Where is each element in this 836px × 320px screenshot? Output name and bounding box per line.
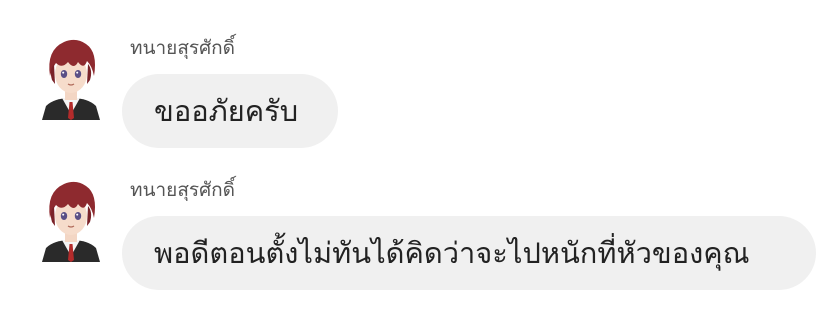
message-bubble[interactable]: ขออภัยครับ — [122, 74, 338, 148]
message-bubble[interactable]: พอดีตอนตั้งไม่ทันได้คิดว่าจะไปหนักที่หัว… — [122, 216, 816, 290]
message-text: พอดีตอนตั้งไม่ทันได้คิดว่าจะไปหนักที่หัว… — [154, 236, 750, 270]
sender-name: ทนายสุรศักดิ์ — [130, 179, 236, 201]
sender-avatar-icon[interactable] — [40, 36, 102, 120]
message-text: ขออภัยครับ — [154, 94, 299, 128]
sender-name: ทนายสุรศักดิ์ — [130, 37, 236, 59]
chat-conversation: ทนายสุรศักดิ์ ขออภัยครับ ทนายสุรศักดิ์ พ… — [0, 0, 836, 320]
sender-avatar-icon[interactable] — [40, 178, 102, 262]
